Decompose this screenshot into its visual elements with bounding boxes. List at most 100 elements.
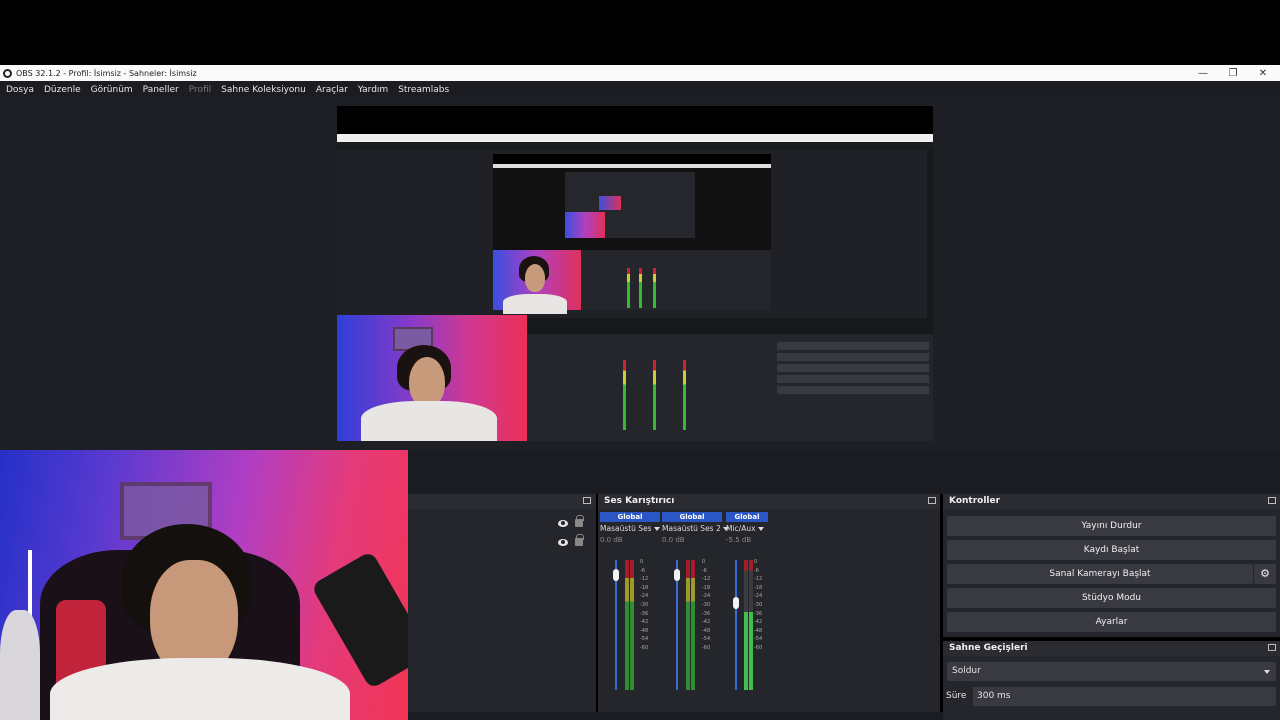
- studio-mode-button[interactable]: Stüdyo Modu: [947, 588, 1276, 608]
- channel-name-label: Mic/Aux: [726, 524, 756, 533]
- recursive-title-bar: [337, 134, 933, 142]
- recursive-controls: [777, 342, 929, 402]
- maximize-button[interactable]: ❐: [1218, 65, 1248, 81]
- meter-scale: 0 -6 -12 -18 -24 -30 -36 -42 -48 -54 -60: [754, 558, 762, 653]
- mini-face-2: [409, 357, 445, 407]
- mixer-channel: Global Masaüstü Ses 0.0 dB 0 -6 -12 -18 …: [600, 512, 660, 720]
- scale-tick: -36: [754, 610, 763, 617]
- sources-panel: [408, 494, 596, 720]
- volume-knob[interactable]: [674, 569, 680, 581]
- preview-canvas[interactable]: [337, 106, 933, 441]
- stop-streaming-button[interactable]: Yayını Durdur: [947, 516, 1276, 536]
- mini-btn-1: [777, 342, 929, 350]
- global-badge: Global: [600, 512, 660, 522]
- audio-mixer-title: Ses Karıştırıcı: [604, 496, 675, 506]
- start-recording-button[interactable]: Kaydı Başlat: [947, 540, 1276, 560]
- channel-db: -5.5 dB: [726, 536, 752, 544]
- volume-knob[interactable]: [613, 569, 619, 581]
- dock-bottom-toolbar: [408, 712, 943, 720]
- chevron-down-icon[interactable]: [653, 527, 660, 531]
- settings-button[interactable]: Ayarlar: [947, 612, 1276, 632]
- scale-tick: -48: [702, 627, 711, 634]
- float-dock-icon[interactable]: [1268, 644, 1276, 651]
- recursive-webcam-medium: [337, 315, 527, 441]
- window-title: OBS 32.1.2 - Profil: İsimsiz - Sahneler:…: [16, 68, 197, 78]
- scale-tick: -30: [702, 601, 711, 608]
- volume-slider[interactable]: [735, 560, 737, 690]
- gear-icon: ⚙: [1260, 567, 1270, 580]
- channel-name[interactable]: Mic/Aux: [726, 524, 768, 533]
- scale-tick: 0: [702, 559, 706, 565]
- duration-spinbox[interactable]: 300 ms: [973, 687, 1276, 706]
- global-badge: Global: [662, 512, 722, 522]
- scale-tick: 0: [754, 559, 758, 565]
- start-virtual-camera-button[interactable]: Sanal Kamerayı Başlat: [947, 564, 1253, 584]
- obs-window: OBS 32.1.2 - Profil: İsimsiz - Sahneler:…: [0, 0, 1280, 720]
- scale-tick: -54: [640, 636, 649, 643]
- menu-streamlabs[interactable]: Streamlabs: [398, 85, 449, 95]
- menu-view[interactable]: Görünüm: [91, 85, 133, 95]
- menu-tools[interactable]: Araçlar: [316, 85, 348, 95]
- meter-scale: 0 -6 -12 -18 -24 -30 -36 -42 -48 -54 -60: [640, 558, 648, 653]
- source-row[interactable]: [558, 515, 584, 527]
- person-shirt: [50, 658, 350, 720]
- scale-tick: -36: [702, 610, 711, 617]
- controls-header: Kontroller: [943, 494, 1280, 509]
- recursive-inner-title: [493, 164, 771, 168]
- channel-name[interactable]: Masaüstü Ses: [600, 524, 660, 533]
- menu-help[interactable]: Yardım: [358, 85, 388, 95]
- menu-scene-collection[interactable]: Sahne Koleksiyonu: [221, 85, 306, 95]
- level-meter: [749, 560, 753, 690]
- lock-icon[interactable]: [575, 534, 584, 546]
- source-row[interactable]: [558, 534, 584, 546]
- level-meter: [744, 560, 748, 690]
- mini-shirt: [503, 294, 567, 314]
- mini-face: [525, 264, 545, 292]
- recursive-deep-cam: [599, 196, 621, 210]
- armchair: [0, 610, 40, 720]
- level-meter: [686, 560, 690, 690]
- audio-mixer-panel: Ses Karıştırıcı Global Masaüstü Ses 0.0 …: [598, 494, 940, 720]
- virtual-camera-settings-button[interactable]: ⚙: [1254, 564, 1276, 584]
- mini-meter-4: [623, 360, 626, 430]
- scale-tick: -30: [754, 601, 763, 608]
- mini-btn-3: [777, 364, 929, 372]
- lock-icon[interactable]: [575, 515, 584, 527]
- scale-tick: -24: [640, 593, 649, 600]
- recursive-inner-bar: [493, 154, 771, 164]
- channel-name[interactable]: Masaüstü Ses 2: [662, 524, 729, 533]
- scale-tick: -60: [640, 644, 649, 651]
- preview-area[interactable]: [0, 98, 1280, 450]
- dock-separator: [408, 450, 1280, 494]
- recursive-preview: [337, 150, 927, 318]
- recursive-menu-bar: [337, 142, 933, 150]
- recursive-webcam-small: [493, 250, 581, 314]
- mini-btn-4: [777, 375, 929, 383]
- volume-knob[interactable]: [733, 597, 739, 609]
- menu-edit[interactable]: Düzenle: [44, 85, 81, 95]
- scale-tick: -24: [702, 593, 711, 600]
- eye-icon[interactable]: [558, 519, 568, 527]
- level-meter: [691, 560, 695, 690]
- float-dock-icon[interactable]: [1268, 497, 1276, 504]
- minimize-button[interactable]: —: [1188, 65, 1218, 81]
- mini-meter-6: [683, 360, 686, 430]
- float-dock-icon[interactable]: [928, 497, 936, 504]
- scale-tick: -60: [702, 644, 711, 651]
- channel-name-label: Masaüstü Ses 2: [662, 524, 721, 533]
- chevron-down-icon[interactable]: [757, 527, 764, 531]
- menu-file[interactable]: Dosya: [6, 85, 34, 95]
- title-bar: OBS 32.1.2 - Profil: İsimsiz - Sahneler:…: [0, 65, 1280, 81]
- close-button[interactable]: ✕: [1248, 65, 1278, 81]
- sources-header: [408, 494, 596, 509]
- menu-docks[interactable]: Paneller: [143, 85, 179, 95]
- transition-select[interactable]: Soldur: [947, 662, 1276, 681]
- eye-icon[interactable]: [558, 538, 568, 546]
- sources-float-icon[interactable]: [583, 497, 591, 504]
- menu-profile[interactable]: Profil: [189, 85, 211, 95]
- scale-tick: -42: [702, 619, 711, 626]
- scale-tick: -42: [640, 619, 649, 626]
- controls-panel: Kontroller Yayını Durdur Kaydı Başlat Sa…: [943, 494, 1280, 637]
- scale-tick: -36: [640, 610, 649, 617]
- scale-tick: -18: [702, 584, 711, 591]
